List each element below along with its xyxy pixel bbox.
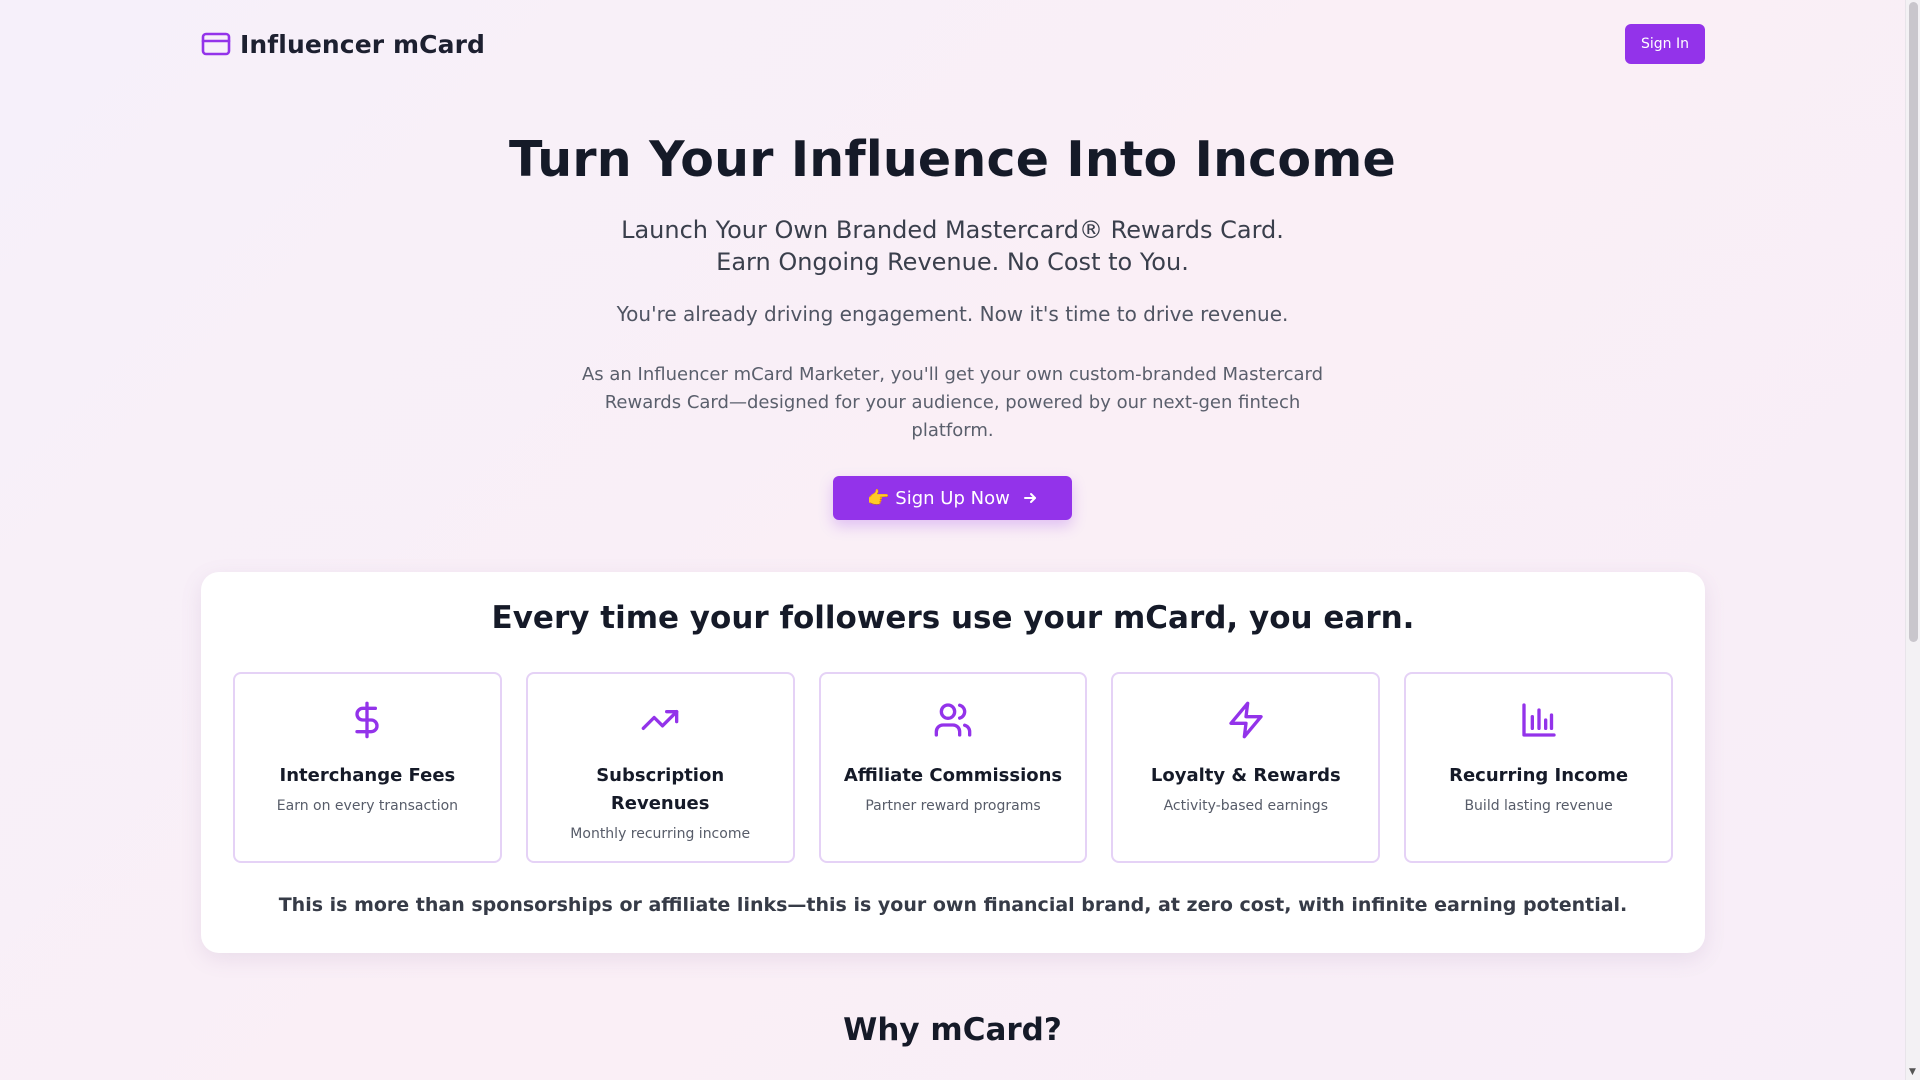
site-header: Influencer mCard Sign In [201, 24, 1705, 64]
hero-subtitle-line2: Earn Ongoing Revenue. No Cost to You. [716, 248, 1189, 276]
earning-card-title: Affiliate Commissions [843, 765, 1063, 786]
hero-section: Turn Your Influence Into Income Launch Y… [0, 128, 1905, 520]
why-section-title: Why mCard? [843, 1012, 1062, 1048]
earning-card-title: Recurring Income [1449, 765, 1629, 786]
earnings-cards: Interchange Fees Earn on every transacti… [233, 672, 1673, 863]
earning-card-desc: Partner reward programs [865, 798, 1041, 814]
sign-up-now-label: 👉 Sign Up Now [867, 487, 1010, 509]
brand-name: Influencer mCard [240, 29, 485, 59]
credit-card-icon [201, 32, 231, 56]
hero-subtitle-line1: Launch Your Own Branded Mastercard® Rewa… [621, 216, 1284, 244]
earnings-panel: Every time your followers use your mCard… [201, 572, 1705, 953]
brand[interactable]: Influencer mCard [201, 30, 485, 59]
earning-card: Subscription Revenues Monthly recurring … [525, 672, 795, 863]
earnings-footer: This is more than sponsorships or affili… [278, 894, 1628, 916]
earning-card: Affiliate Commissions Partner reward pro… [818, 672, 1088, 863]
earning-card-desc: Activity-based earnings [1163, 798, 1328, 814]
hero-title: Turn Your Influence Into Income [509, 131, 1396, 188]
bar-chart-icon [1406, 700, 1671, 740]
earnings-title: Every time your followers use your mCard… [491, 600, 1415, 636]
scrollbar-thumb[interactable] [1909, 2, 1918, 642]
earning-card-desc: Earn on every transaction [276, 798, 459, 814]
trending-up-icon [528, 700, 793, 740]
earning-card-title: Subscription Revenues [596, 765, 725, 814]
hero-subtitle: Launch Your Own Branded Mastercard® Rewa… [0, 214, 1905, 278]
earning-card-title: Loyalty & Rewards [1150, 765, 1341, 786]
earning-card-title: Interchange Fees [279, 765, 456, 786]
sign-in-button[interactable]: Sign In [1625, 24, 1705, 64]
hero-tagline: You're already driving engagement. Now i… [616, 302, 1289, 326]
scroll-down-arrow-icon[interactable]: ▼ [1909, 1068, 1916, 1077]
page-scrollbar[interactable]: ▼ [1905, 0, 1920, 1080]
sign-up-now-button[interactable]: 👉 Sign Up Now [833, 476, 1072, 520]
users-icon [821, 700, 1086, 740]
earning-card: Recurring Income Build lasting revenue [1404, 672, 1673, 863]
arrow-right-icon [1022, 490, 1038, 506]
earning-card-desc: Build lasting revenue [1464, 798, 1613, 814]
dollar-icon [235, 700, 500, 740]
earning-card: Interchange Fees Earn on every transacti… [233, 672, 502, 863]
earning-card: Loyalty & Rewards Activity-based earning… [1111, 672, 1381, 863]
earning-card-desc: Monthly recurring income [570, 826, 751, 842]
hero-description: As an Influencer mCard Marketer, you'll … [581, 364, 1324, 441]
lightning-icon [1113, 700, 1378, 740]
landing-page: Influencer mCard Sign In Turn Your Influ… [0, 0, 1905, 1080]
